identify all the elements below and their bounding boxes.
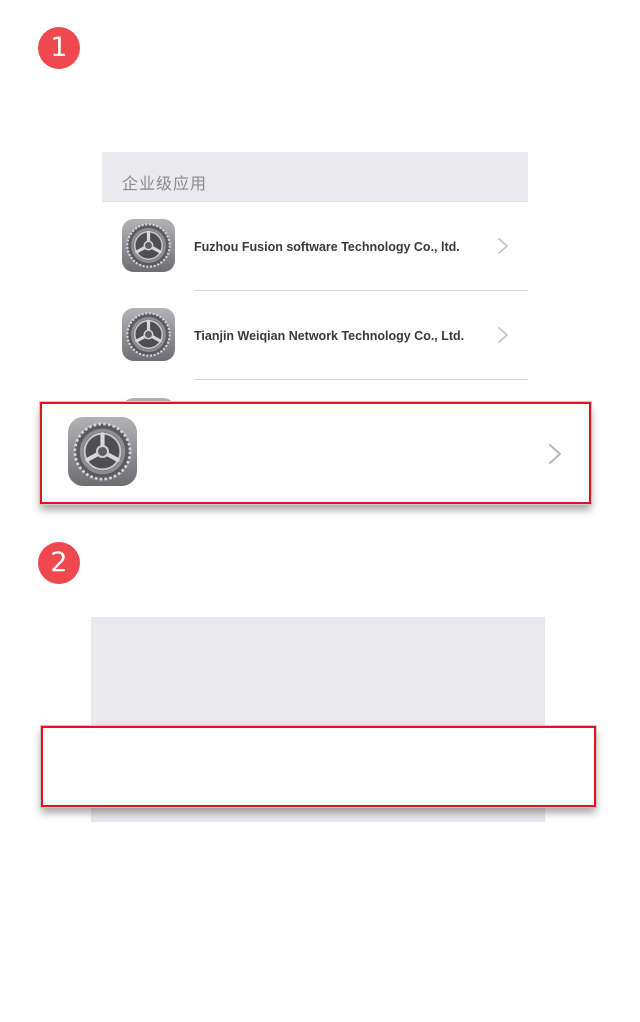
chevron-right-icon (498, 238, 508, 254)
highlighted-app-row[interactable] (40, 402, 591, 504)
enterprise-apps-screenshot: 企业级应用 Fuzhou Fusion software Technology … (102, 152, 528, 404)
enterprise-app-label: Fuzhou Fusion software Technology Co., l… (194, 240, 460, 254)
enterprise-app-row[interactable]: Fuzhou Fusion software Technology Co., l… (102, 202, 528, 291)
enterprise-app-row[interactable] (102, 380, 528, 404)
settings-gear-icon (68, 417, 137, 486)
settings-gear-icon (122, 308, 175, 361)
chevron-right-icon (549, 444, 561, 464)
enterprise-app-label: Tianjin Weiqian Network Technology Co., … (194, 329, 465, 343)
highlighted-row-step-2[interactable] (41, 726, 596, 807)
section-header-label: 企业级应用 (122, 174, 208, 193)
enterprise-app-row[interactable]: Tianjin Weiqian Network Technology Co., … (102, 291, 528, 380)
chevron-right-icon (498, 327, 508, 343)
step-1-badge: 1 (38, 27, 80, 69)
enterprise-apps-section-header: 企业级应用 (102, 152, 528, 202)
settings-gear-icon (122, 219, 175, 272)
step-2-badge: 2 (38, 542, 80, 584)
tutorial-page: 1 企业级应用 Fuzhou Fusion software Technolog… (0, 0, 640, 1022)
